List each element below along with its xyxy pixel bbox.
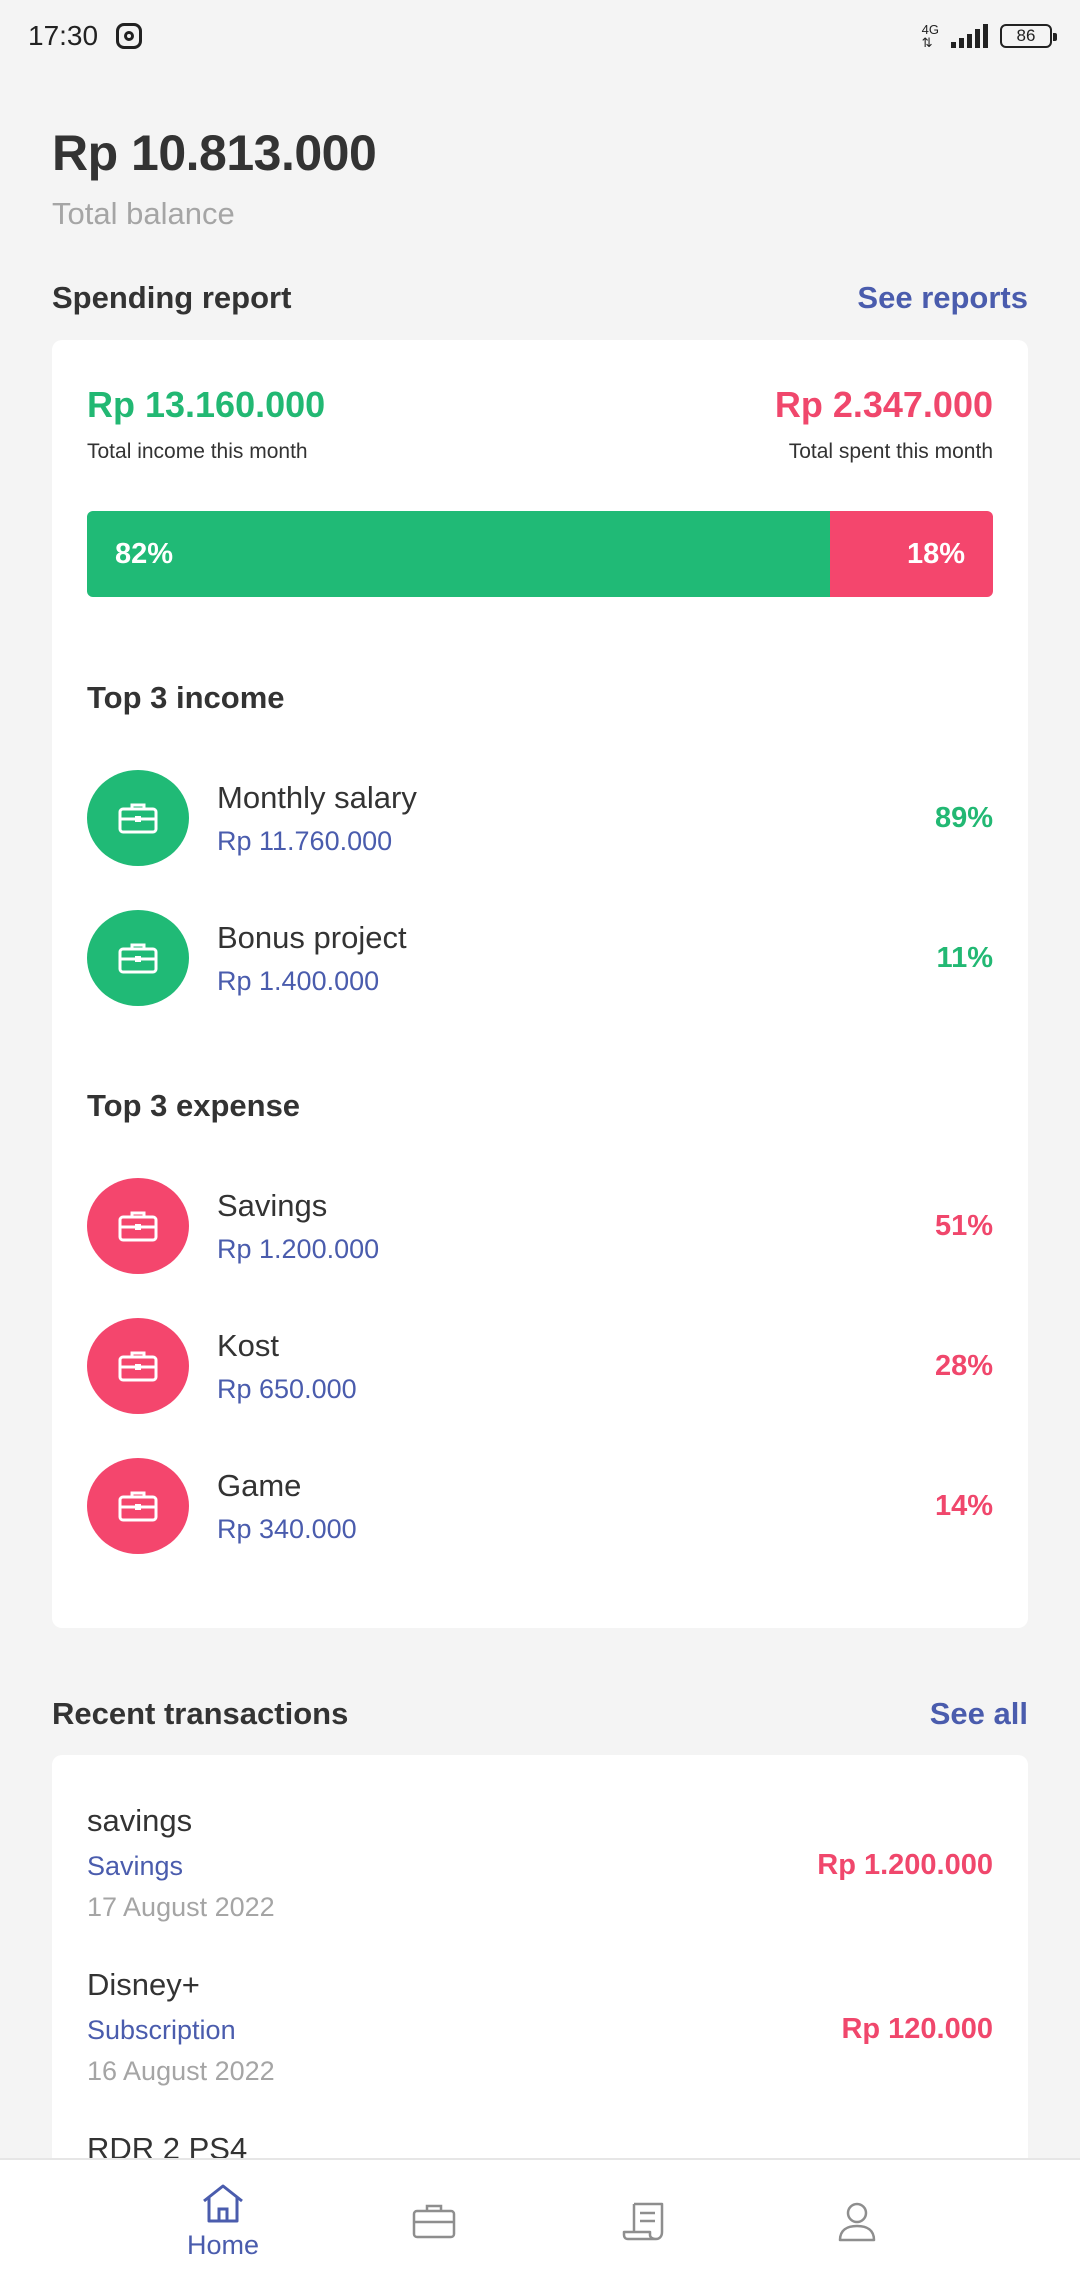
list-item[interactable]: Kost Rp 650.000 28%: [87, 1318, 993, 1414]
income-ratio-segment: 82%: [87, 511, 830, 597]
category-avatar: [87, 1178, 189, 1274]
category-amount: Rp 11.760.000: [217, 825, 393, 856]
transaction-row[interactable]: savings Savings 17 August 2022 Rp 1.200.…: [87, 1803, 993, 1923]
briefcase-icon: [118, 1491, 158, 1522]
network-indicator: 4G ⇅: [921, 22, 939, 50]
nav-home-label: Home: [186, 2229, 260, 2260]
income-expense-ratio-bar: 82% 18%: [87, 511, 993, 597]
category-avatar: [87, 770, 189, 866]
bottom-nav: Home: [0, 2158, 1080, 2280]
category-avatar: [87, 910, 189, 1006]
briefcase-icon: [118, 943, 158, 974]
category-avatar: [87, 1458, 189, 1554]
transaction-amount: Rp 120.000: [841, 2013, 993, 2045]
transaction-row[interactable]: Disney+ Subscription 16 August 2022 Rp 1…: [87, 1967, 993, 2087]
recent-transactions-title: Recent transactions: [52, 1696, 349, 1731]
spent-total: Rp 2.347.000 Total spent this month: [775, 384, 993, 464]
briefcase-icon: [118, 1211, 158, 1242]
category-amount: Rp 1.400.000: [217, 965, 380, 996]
category-name: Bonus project: [217, 919, 407, 955]
nav-reports[interactable]: [584, 2160, 704, 2280]
balance-label: Total balance: [52, 196, 235, 231]
category-avatar: [87, 1318, 189, 1414]
income-total-label: Total income this month: [87, 440, 308, 463]
user-icon: [838, 2202, 876, 2242]
category-percentage: 14%: [934, 1489, 993, 1522]
category-amount: Rp 340.000: [217, 1513, 357, 1544]
category-name: Kost: [217, 1327, 280, 1363]
nav-wallet[interactable]: [374, 2160, 494, 2280]
transaction-date: 16 August 2022: [87, 2056, 275, 2086]
category-percentage: 28%: [934, 1349, 993, 1382]
status-time: 17:30: [28, 20, 99, 51]
spent-total-label: Total spent this month: [788, 440, 993, 463]
expense-ratio-label: 18%: [906, 537, 965, 570]
briefcase-icon: [118, 1351, 158, 1382]
top-expense-title: Top 3 expense: [87, 1088, 301, 1123]
nav-home[interactable]: Home: [163, 2160, 283, 2280]
spending-report-title: Spending report: [52, 280, 292, 315]
spent-total-amount: Rp 2.347.000: [774, 384, 993, 425]
category-name: Savings: [217, 1187, 328, 1223]
spending-report-card: Rp 13.160.000 Total income this month Rp…: [52, 340, 1028, 1628]
transaction-name: Disney+: [87, 1967, 200, 2002]
home-icon: [203, 2184, 243, 2222]
recent-transactions-header: Recent transactions See all: [52, 1696, 1028, 1732]
transaction-name: savings: [87, 1803, 193, 1838]
nav-profile[interactable]: [797, 2160, 917, 2280]
category-amount: Rp 1.200.000: [217, 1233, 380, 1264]
income-total-amount: Rp 13.160.000: [87, 384, 326, 425]
see-reports-link[interactable]: See reports: [857, 280, 1028, 316]
category-name: Monthly salary: [217, 779, 417, 815]
signal-icon: [951, 24, 988, 48]
transaction-date: 17 August 2022: [87, 1892, 275, 1922]
category-percentage: 51%: [934, 1209, 993, 1242]
category-percentage: 89%: [934, 801, 993, 834]
briefcase-icon: [118, 803, 158, 834]
list-item[interactable]: Savings Rp 1.200.000 51%: [87, 1178, 993, 1274]
balance-amount: Rp 10.813.000: [52, 125, 377, 181]
balance-summary: Rp 10.813.000 Total balance: [52, 124, 377, 232]
category-name: Game: [217, 1467, 302, 1503]
spending-report-header: Spending report See reports: [52, 280, 1028, 316]
see-all-link[interactable]: See all: [930, 1696, 1028, 1732]
category-percentage: 11%: [936, 941, 993, 974]
income-total: Rp 13.160.000 Total income this month: [87, 384, 325, 464]
instagram-icon: [116, 23, 143, 49]
income-ratio-label: 82%: [115, 537, 174, 570]
list-item[interactable]: Game Rp 340.000 14%: [87, 1458, 993, 1554]
top-income-title: Top 3 income: [87, 680, 285, 715]
category-amount: Rp 650.000: [217, 1373, 357, 1404]
receipt-icon: [622, 2202, 664, 2241]
briefcase-icon: [412, 2204, 456, 2239]
expense-ratio-segment: 18%: [829, 511, 993, 597]
transaction-amount: Rp 1.200.000: [817, 1849, 993, 1881]
battery-icon: 86: [1000, 24, 1057, 48]
list-item[interactable]: Bonus project Rp 1.400.000 11%: [87, 910, 993, 1006]
status-bar: 17:30 4G ⇅ 86: [0, 0, 1080, 72]
list-item[interactable]: Monthly salary Rp 11.760.000 89%: [87, 770, 993, 866]
